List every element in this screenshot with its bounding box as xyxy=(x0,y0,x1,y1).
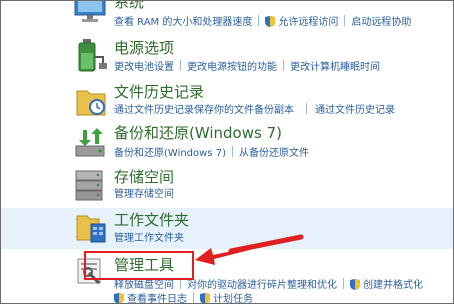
link-battery-settings[interactable]: 更改电池设置 xyxy=(114,62,174,73)
item-links: 备份和还原(Windows 7) 从备份还原文件 xyxy=(114,146,309,160)
link-create-format[interactable]: 创建并格式化 xyxy=(363,280,423,291)
link-remote-assist[interactable]: 启动远程协助 xyxy=(351,17,411,28)
link-file-history-restore[interactable]: 通过文件历史记录 xyxy=(315,105,395,116)
separator xyxy=(283,60,284,71)
item-links: 通过文件历史记录保存你的文件备份副本 通过文件历史记录 xyxy=(114,103,395,117)
item-admin-tools: 管理工具 释放磁盘空间 对你的驱动器进行碎片整理和优化 创建并格式化 查看事件日志 计… xyxy=(1,251,453,303)
control-panel-window: 系统 查看 RAM 的大小和处理器速度 允许远程访问 启动远程协助 电源选项 更改电… xyxy=(0,0,454,304)
link-power-button[interactable]: 更改电源按钮的功能 xyxy=(187,62,277,73)
admin-tools-icon[interactable] xyxy=(75,255,105,285)
item-links: 管理存储空间 xyxy=(114,189,174,201)
separator xyxy=(258,15,260,26)
backup-restore-icon[interactable] xyxy=(73,126,107,160)
link-defragment[interactable]: 对你的驱动器进行碎片整理和优化 xyxy=(187,280,337,291)
separator xyxy=(344,15,346,26)
shield-icon xyxy=(114,293,124,303)
item-title[interactable]: 电源选项 xyxy=(114,40,174,57)
item-storage-spaces: 存储空间 管理存储空间 xyxy=(1,167,453,205)
separator xyxy=(306,103,307,114)
link-allow-remote[interactable]: 允许远程访问 xyxy=(278,17,338,28)
link-view-ram[interactable]: 查看 RAM 的大小和处理器速度 xyxy=(114,17,252,28)
separator xyxy=(180,278,181,289)
shield-icon xyxy=(265,16,276,27)
link-sleep-time[interactable]: 更改计算机睡眠时间 xyxy=(290,62,380,73)
item-file-history: 文件历史记录 通过文件历史记录保存你的文件备份副本 通过文件历史记录 xyxy=(1,83,453,119)
link-backup-copy[interactable]: 通过文件历史记录保存你的文件备份副本 xyxy=(114,105,294,116)
file-history-icon[interactable] xyxy=(75,85,107,117)
item-power: 电源选项 更改电池设置 更改电源按钮的功能 更改计算机睡眠时间 xyxy=(1,37,453,77)
item-links: 查看 RAM 的大小和处理器速度 允许远程访问 启动远程协助 xyxy=(114,15,411,29)
separator xyxy=(231,146,233,157)
item-title[interactable]: 备份和还原(Windows 7) xyxy=(114,125,282,142)
separator xyxy=(343,278,344,289)
item-links-row2: 查看事件日志 计划任务 xyxy=(114,292,253,303)
item-backup-restore: 备份和还原(Windows 7) 备份和还原(Windows 7) 从备份还原文件 xyxy=(1,124,453,162)
item-links: 更改电池设置 更改电源按钮的功能 更改计算机睡眠时间 xyxy=(114,60,380,74)
item-work-folders: 工作文件夹 管理工作文件夹 xyxy=(1,208,453,249)
battery-plug-icon[interactable] xyxy=(75,37,107,73)
link-disk-cleanup[interactable]: 释放磁盘空间 xyxy=(114,280,174,291)
monitor-icon[interactable] xyxy=(73,0,109,23)
link-manage-work-folders[interactable]: 管理工作文件夹 xyxy=(114,233,184,244)
item-system: 系统 查看 RAM 的大小和处理器速度 允许远程访问 启动远程协助 xyxy=(1,0,453,35)
item-title[interactable]: 工作文件夹 xyxy=(114,212,189,229)
item-links: 释放磁盘空间 对你的驱动器进行碎片整理和优化 创建并格式化 xyxy=(114,278,423,292)
link-event-log[interactable]: 查看事件日志 xyxy=(127,294,187,303)
link-task-scheduler[interactable]: 计划任务 xyxy=(213,294,253,303)
separator xyxy=(193,292,194,303)
item-title[interactable]: 管理工具 xyxy=(114,257,174,274)
shield-icon xyxy=(350,279,360,290)
item-title[interactable]: 系统 xyxy=(114,1,144,11)
item-links: 管理工作文件夹 xyxy=(114,233,184,245)
item-title[interactable]: 文件历史记录 xyxy=(114,84,204,101)
shield-icon xyxy=(200,293,210,303)
link-manage-storage[interactable]: 管理存储空间 xyxy=(114,189,174,200)
separator xyxy=(180,60,181,71)
work-folder-icon[interactable] xyxy=(75,210,107,244)
storage-drives-icon[interactable] xyxy=(74,169,106,203)
item-title[interactable]: 存储空间 xyxy=(114,169,174,186)
link-backup-restore[interactable]: 备份和还原(Windows 7) xyxy=(114,148,226,159)
link-restore-files[interactable]: 从备份还原文件 xyxy=(239,148,309,159)
